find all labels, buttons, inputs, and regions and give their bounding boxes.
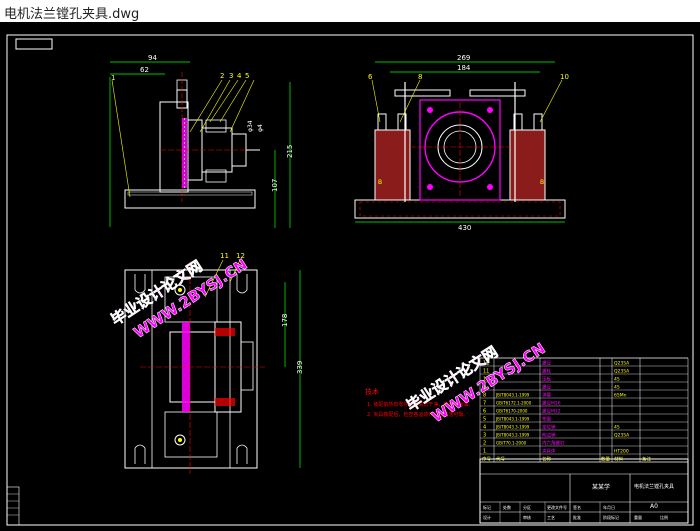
front-view: 94 62 215 107 φ34 φ4 1 2 3 4 5 [109, 54, 294, 228]
parts-row-name: 螺母M12 [542, 408, 561, 415]
parts-row-material: Q235A [614, 433, 630, 439]
revision-strip [6, 486, 20, 526]
dim-upper: 178 [281, 314, 289, 327]
dim-offset: 62 [140, 66, 149, 74]
balloon-8: 8 [418, 73, 422, 81]
balloon-5: 5 [245, 72, 249, 80]
parts-row-name: 弹簧 [542, 392, 551, 399]
parts-row-name: 削边销 [542, 432, 556, 439]
title-label-approve: 批准 [573, 514, 581, 520]
dim-height: 215 [286, 145, 294, 158]
dim-overall: 269 [457, 54, 470, 62]
dim-total: 339 [296, 361, 304, 374]
balloon-1: 1 [111, 74, 115, 82]
balloon-2: 2 [220, 72, 224, 80]
parts-row-name: 夹具体 [542, 448, 556, 455]
title-label-count: 处数 [503, 504, 511, 510]
parts-row-code: JB/T8043.2-1999 [495, 433, 530, 438]
parts-row-name: 螺栓 [542, 368, 551, 375]
title-label-weight: 重量 [634, 514, 642, 520]
title-drawing-name: 电机法兰镗孔夹具 [634, 483, 674, 490]
sheet-tag-box [15, 38, 53, 50]
title-label-stage: 阶段标记 [603, 514, 619, 520]
title-label-zone: 分区 [523, 504, 531, 510]
parts-row-no: 7 [483, 401, 486, 407]
dim-lower-height: 107 [271, 179, 279, 192]
parts-row-no: 4 [483, 425, 486, 431]
parts-row-code: JB/T8043.3-1999 [495, 425, 530, 430]
title-label-review: 审核 [523, 514, 531, 520]
parts-row-name: 定位销 [542, 424, 556, 431]
title-label-process: 工艺 [547, 515, 555, 520]
parts-row-material: Q235A [614, 369, 630, 375]
svg-text:B: B [378, 179, 382, 186]
dim-overall-width: 94 [148, 54, 157, 62]
parts-row-code: GB/T6170-2000 [496, 409, 528, 414]
cad-drawing-canvas[interactable]: 94 62 215 107 φ34 φ4 1 2 3 4 5 269 184 4… [0, 22, 700, 531]
parts-row-code: JB/T8043.1-1999 [495, 393, 530, 398]
parts-row-material: 45 [614, 425, 620, 431]
dim-dia-a: φ34 [247, 120, 254, 132]
title-sheet-size: A0 [650, 503, 658, 510]
window-title: 电机法兰镗孔夹具.dwg [4, 7, 140, 22]
parts-row-no: 6 [483, 409, 486, 415]
parts-row-name: 垫圈 [542, 416, 551, 423]
title-label-doc: 更改文件号 [547, 504, 567, 510]
parts-row-name: 螺母M16 [542, 400, 561, 407]
window-titlebar: 电机法兰镗孔夹具.dwg [0, 0, 700, 23]
notes-heading: 技术 [365, 387, 379, 396]
parts-row-code: JB/T8043.1-1999 [495, 417, 530, 422]
parts-row-material: 65Mn [614, 393, 627, 399]
dim-inner: 184 [457, 64, 471, 72]
parts-row-no: 1 [483, 449, 486, 455]
parts-row-material: 45 [614, 377, 620, 383]
parts-row-no: 5 [483, 417, 486, 423]
parts-row-no: 3 [483, 433, 486, 439]
title-label-mark: 标记 [483, 504, 491, 510]
title-company: 某某学 [592, 483, 610, 491]
title-label-design: 设计 [483, 514, 491, 520]
title-label-scale: 比例 [660, 514, 668, 520]
svg-text:B: B [540, 179, 544, 186]
parts-row-name: 内六角螺钉 [542, 440, 565, 447]
title-label-date: 年月日 [603, 504, 615, 510]
balloon-3: 3 [229, 72, 233, 80]
balloon-4: 4 [237, 72, 242, 80]
title-block: 某某学 电机法兰镗孔夹具 A0 标记 处数 分区 更改文件号 签名 年月日 设计… [479, 458, 689, 524]
balloon-6: 6 [368, 73, 373, 81]
drawing-svg: 94 62 215 107 φ34 φ4 1 2 3 4 5 269 184 4… [6, 34, 694, 526]
dim-base-width: 430 [458, 224, 471, 232]
balloon-10: 10 [560, 73, 569, 81]
parts-row-material: Q235A [614, 361, 630, 367]
balloon-11: 11 [220, 252, 229, 260]
parts-row-material: HT200 [614, 449, 629, 455]
parts-row-no: 2 [483, 441, 486, 447]
side-view: 269 184 430 B B 6 8 10 [354, 54, 569, 232]
parts-row-code: GB/T6172.1-2000 [496, 401, 532, 406]
parts-row-name: 压板 [542, 376, 551, 383]
parts-row-material: 45 [614, 385, 620, 391]
title-label-sign: 签名 [573, 504, 581, 510]
dim-dia-b: φ4 [257, 124, 264, 132]
parts-row-code: GB/T70.1-2000 [496, 441, 527, 446]
parts-row-name: 螺母 [542, 384, 551, 391]
parts-row-name: 螺母 [542, 360, 551, 367]
